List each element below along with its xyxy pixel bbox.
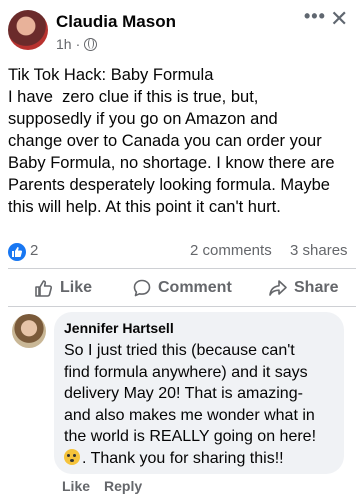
like-reaction-icon[interactable]: [8, 243, 26, 261]
comment-author[interactable]: Jennifer Hartsell: [64, 320, 174, 336]
author-avatar[interactable]: [8, 10, 48, 50]
globe-icon: [84, 37, 98, 51]
post-time[interactable]: 1h: [56, 36, 72, 52]
comment-line-last: . Thank you for sharing this!!: [64, 448, 316, 470]
post-actions: Like Comment Share: [0, 272, 364, 306]
share-button[interactable]: Share: [268, 278, 338, 298]
post-line: Tik Tok Hack: Baby Formula: [8, 66, 214, 84]
post-line: Baby Formula, no shortage. I know there …: [8, 154, 335, 172]
comment-line: the world is REALLY going on here!: [64, 428, 317, 445]
comment-text: So I just tried this (because can't find…: [64, 340, 316, 469]
post-line: change over to Canada you can order your: [8, 132, 322, 150]
post-line: Parents desperately looking formula. May…: [8, 176, 330, 194]
comment-actions: Like Reply: [62, 478, 142, 494]
divider: [8, 306, 356, 307]
like-button[interactable]: Like: [34, 278, 92, 298]
flushed-emoji-icon: [64, 448, 80, 465]
reaction-count[interactable]: 2: [30, 242, 38, 259]
comment-last-text: . Thank you for sharing this!!: [82, 449, 284, 467]
comment-line: find formula anywhere) and it says: [64, 363, 308, 381]
comment-line: delivery May 20! That is amazing-: [64, 385, 303, 402]
commenter-avatar[interactable]: [12, 314, 46, 348]
comment-bubble: Jennifer Hartsell So I just tried this (…: [54, 312, 344, 474]
post-header: Claudia Mason 1h · ••• ✕: [0, 0, 364, 60]
more-options-button[interactable]: •••: [304, 6, 326, 27]
comment-line: So I just tried this (because can't: [64, 342, 295, 359]
comments-count[interactable]: 2 comments: [190, 242, 272, 259]
thumbs-up-icon: [35, 280, 53, 297]
close-button[interactable]: ✕: [330, 6, 348, 32]
comment-line: and also makes me wonder what in: [64, 406, 315, 424]
post-body: Tik Tok Hack: Baby Formula I have zero c…: [8, 64, 358, 218]
author-name[interactable]: Claudia Mason: [56, 12, 176, 32]
post-line: this will help. At this point it can't h…: [8, 198, 281, 216]
like-button-label: Like: [60, 279, 93, 296]
comment-icon: [133, 279, 151, 297]
comment-button[interactable]: Comment: [132, 278, 232, 298]
post-line: I have zero clue if this is true, but,: [8, 88, 259, 106]
comment-reply-button[interactable]: Reply: [104, 478, 142, 494]
share-button-label: Share: [294, 279, 339, 296]
comment-like-button[interactable]: Like: [62, 478, 90, 494]
post-meta: 1h ·: [56, 36, 98, 52]
shares-count[interactable]: 3 shares: [290, 242, 348, 259]
share-icon: [269, 280, 287, 296]
divider: [8, 268, 356, 269]
post-line: supposedly if you go on Amazon and: [8, 110, 278, 128]
comment-button-label: Comment: [158, 279, 232, 296]
meta-separator: ·: [75, 36, 81, 52]
post-stats: 2 2 comments 3 shares: [8, 242, 356, 262]
